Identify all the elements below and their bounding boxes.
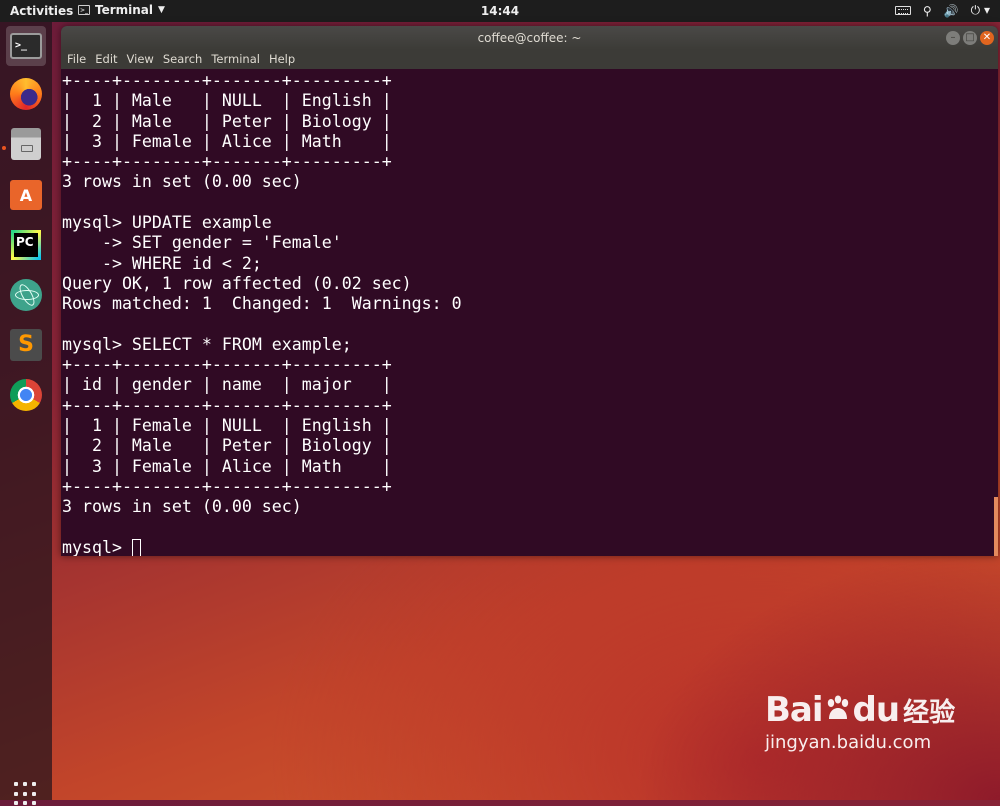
terminal-line: +----+--------+-------+---------+ [62, 395, 392, 415]
system-tray[interactable]: ⚲ 🔊 ⏻ ▾ [894, 3, 990, 18]
dock-pycharm[interactable]: PC [6, 225, 46, 265]
terminal-line: Rows matched: 1 Changed: 1 Warnings: 0 [62, 294, 462, 314]
dock-chrome[interactable] [6, 375, 46, 415]
atom-icon [10, 279, 42, 311]
terminal-line: | 2 | Male | Peter | Biology | [62, 436, 392, 456]
menu-bar: File Edit View Search Terminal Help [61, 50, 998, 69]
keyboard-icon[interactable] [894, 6, 911, 15]
top-bar: Activities >_ Terminal ▼ 14:44 ⚲ 🔊 ⏻ ▾ [0, 0, 1000, 22]
terminal-output[interactable]: +----+--------+-------+---------+ | 1 | … [61, 69, 998, 556]
menu-edit[interactable]: Edit [95, 50, 117, 69]
paw-icon [827, 695, 848, 719]
software-store-icon: A [10, 180, 42, 210]
terminal-app-icon: >_ [78, 5, 90, 15]
terminal-line: -> SET gender = 'Female' [62, 233, 342, 253]
sublime-text-icon: S [10, 329, 42, 361]
scrollbar[interactable] [994, 69, 998, 556]
watermark-url: jingyan.baidu.com [765, 732, 932, 753]
terminal-text: +----+--------+-------+---------+ | 1 | … [62, 71, 462, 556]
terminal-window: coffee@coffee: ~ – □ ✕ File Edit View Se… [61, 26, 998, 556]
terminal-line: | 3 | Female | Alice | Math | [62, 131, 392, 151]
watermark-brand-left: Bai [765, 690, 824, 730]
dock-terminal[interactable]: >_ [6, 26, 46, 66]
maximize-button[interactable]: □ [963, 31, 977, 45]
pycharm-icon: PC [11, 230, 41, 260]
terminal-line: mysql> SELECT * FROM example; [62, 334, 352, 354]
minimize-button[interactable]: – [946, 31, 960, 45]
menu-help[interactable]: Help [269, 50, 295, 69]
terminal-line: +----+--------+-------+---------+ [62, 355, 392, 375]
text-cursor [131, 538, 141, 556]
dock-atom[interactable] [6, 275, 46, 315]
dock-sublime-text[interactable]: S [6, 325, 46, 365]
firefox-icon [10, 78, 42, 110]
mysql-prompt: mysql> [62, 537, 132, 556]
window-title: coffee@coffee: ~ [477, 31, 582, 45]
app-menu-label: Terminal [95, 3, 154, 17]
terminal-line: | 1 | Female | NULL | English | [62, 416, 392, 436]
chevron-down-icon: ▼ [158, 5, 165, 15]
window-titlebar[interactable]: coffee@coffee: ~ – □ ✕ [61, 26, 998, 50]
terminal-line: 3 rows in set (0.00 sec) [62, 497, 302, 517]
volume-icon[interactable]: 🔊 [944, 4, 959, 18]
terminal-icon: >_ [10, 33, 42, 59]
terminal-line: | 2 | Male | Peter | Biology | [62, 111, 392, 131]
terminal-line: | 1 | Male | NULL | English | [62, 91, 392, 111]
network-icon[interactable]: ⚲ [923, 4, 932, 18]
chrome-icon [10, 379, 42, 411]
files-icon [11, 128, 41, 160]
menu-file[interactable]: File [67, 50, 86, 69]
dock-firefox[interactable] [6, 74, 46, 114]
dock-software-store[interactable]: A [6, 175, 46, 215]
watermark-brand-cn: 经验 [903, 698, 956, 728]
terminal-line: | id | gender | name | major | [62, 375, 392, 395]
terminal-line: mysql> UPDATE example [62, 213, 272, 233]
terminal-line: -> WHERE id < 2; [62, 253, 262, 273]
scrollbar-thumb[interactable] [994, 497, 998, 556]
terminal-line: +----+--------+-------+---------+ [62, 71, 392, 90]
power-icon[interactable]: ⏻ ▾ [971, 3, 990, 18]
activities-button[interactable]: Activities [10, 4, 73, 18]
baidu-watermark: Bai du 经验 jingyan.baidu.com [765, 690, 955, 753]
dock-files[interactable] [6, 124, 46, 164]
menu-terminal[interactable]: Terminal [211, 50, 260, 69]
menu-view[interactable]: View [127, 50, 154, 69]
dock: >_ A PC S [0, 22, 52, 806]
terminal-line: Query OK, 1 row affected (0.02 sec) [62, 273, 412, 293]
terminal-line: +----+--------+-------+---------+ [62, 152, 392, 172]
terminal-line: +----+--------+-------+---------+ [62, 476, 392, 496]
menu-search[interactable]: Search [163, 50, 203, 69]
show-applications-icon[interactable] [14, 782, 38, 806]
watermark-brand-right: du [852, 690, 901, 730]
terminal-line: 3 rows in set (0.00 sec) [62, 172, 302, 192]
app-menu[interactable]: >_ Terminal ▼ [78, 3, 165, 17]
close-button[interactable]: ✕ [980, 31, 994, 45]
terminal-line: | 3 | Female | Alice | Math | [62, 456, 392, 476]
